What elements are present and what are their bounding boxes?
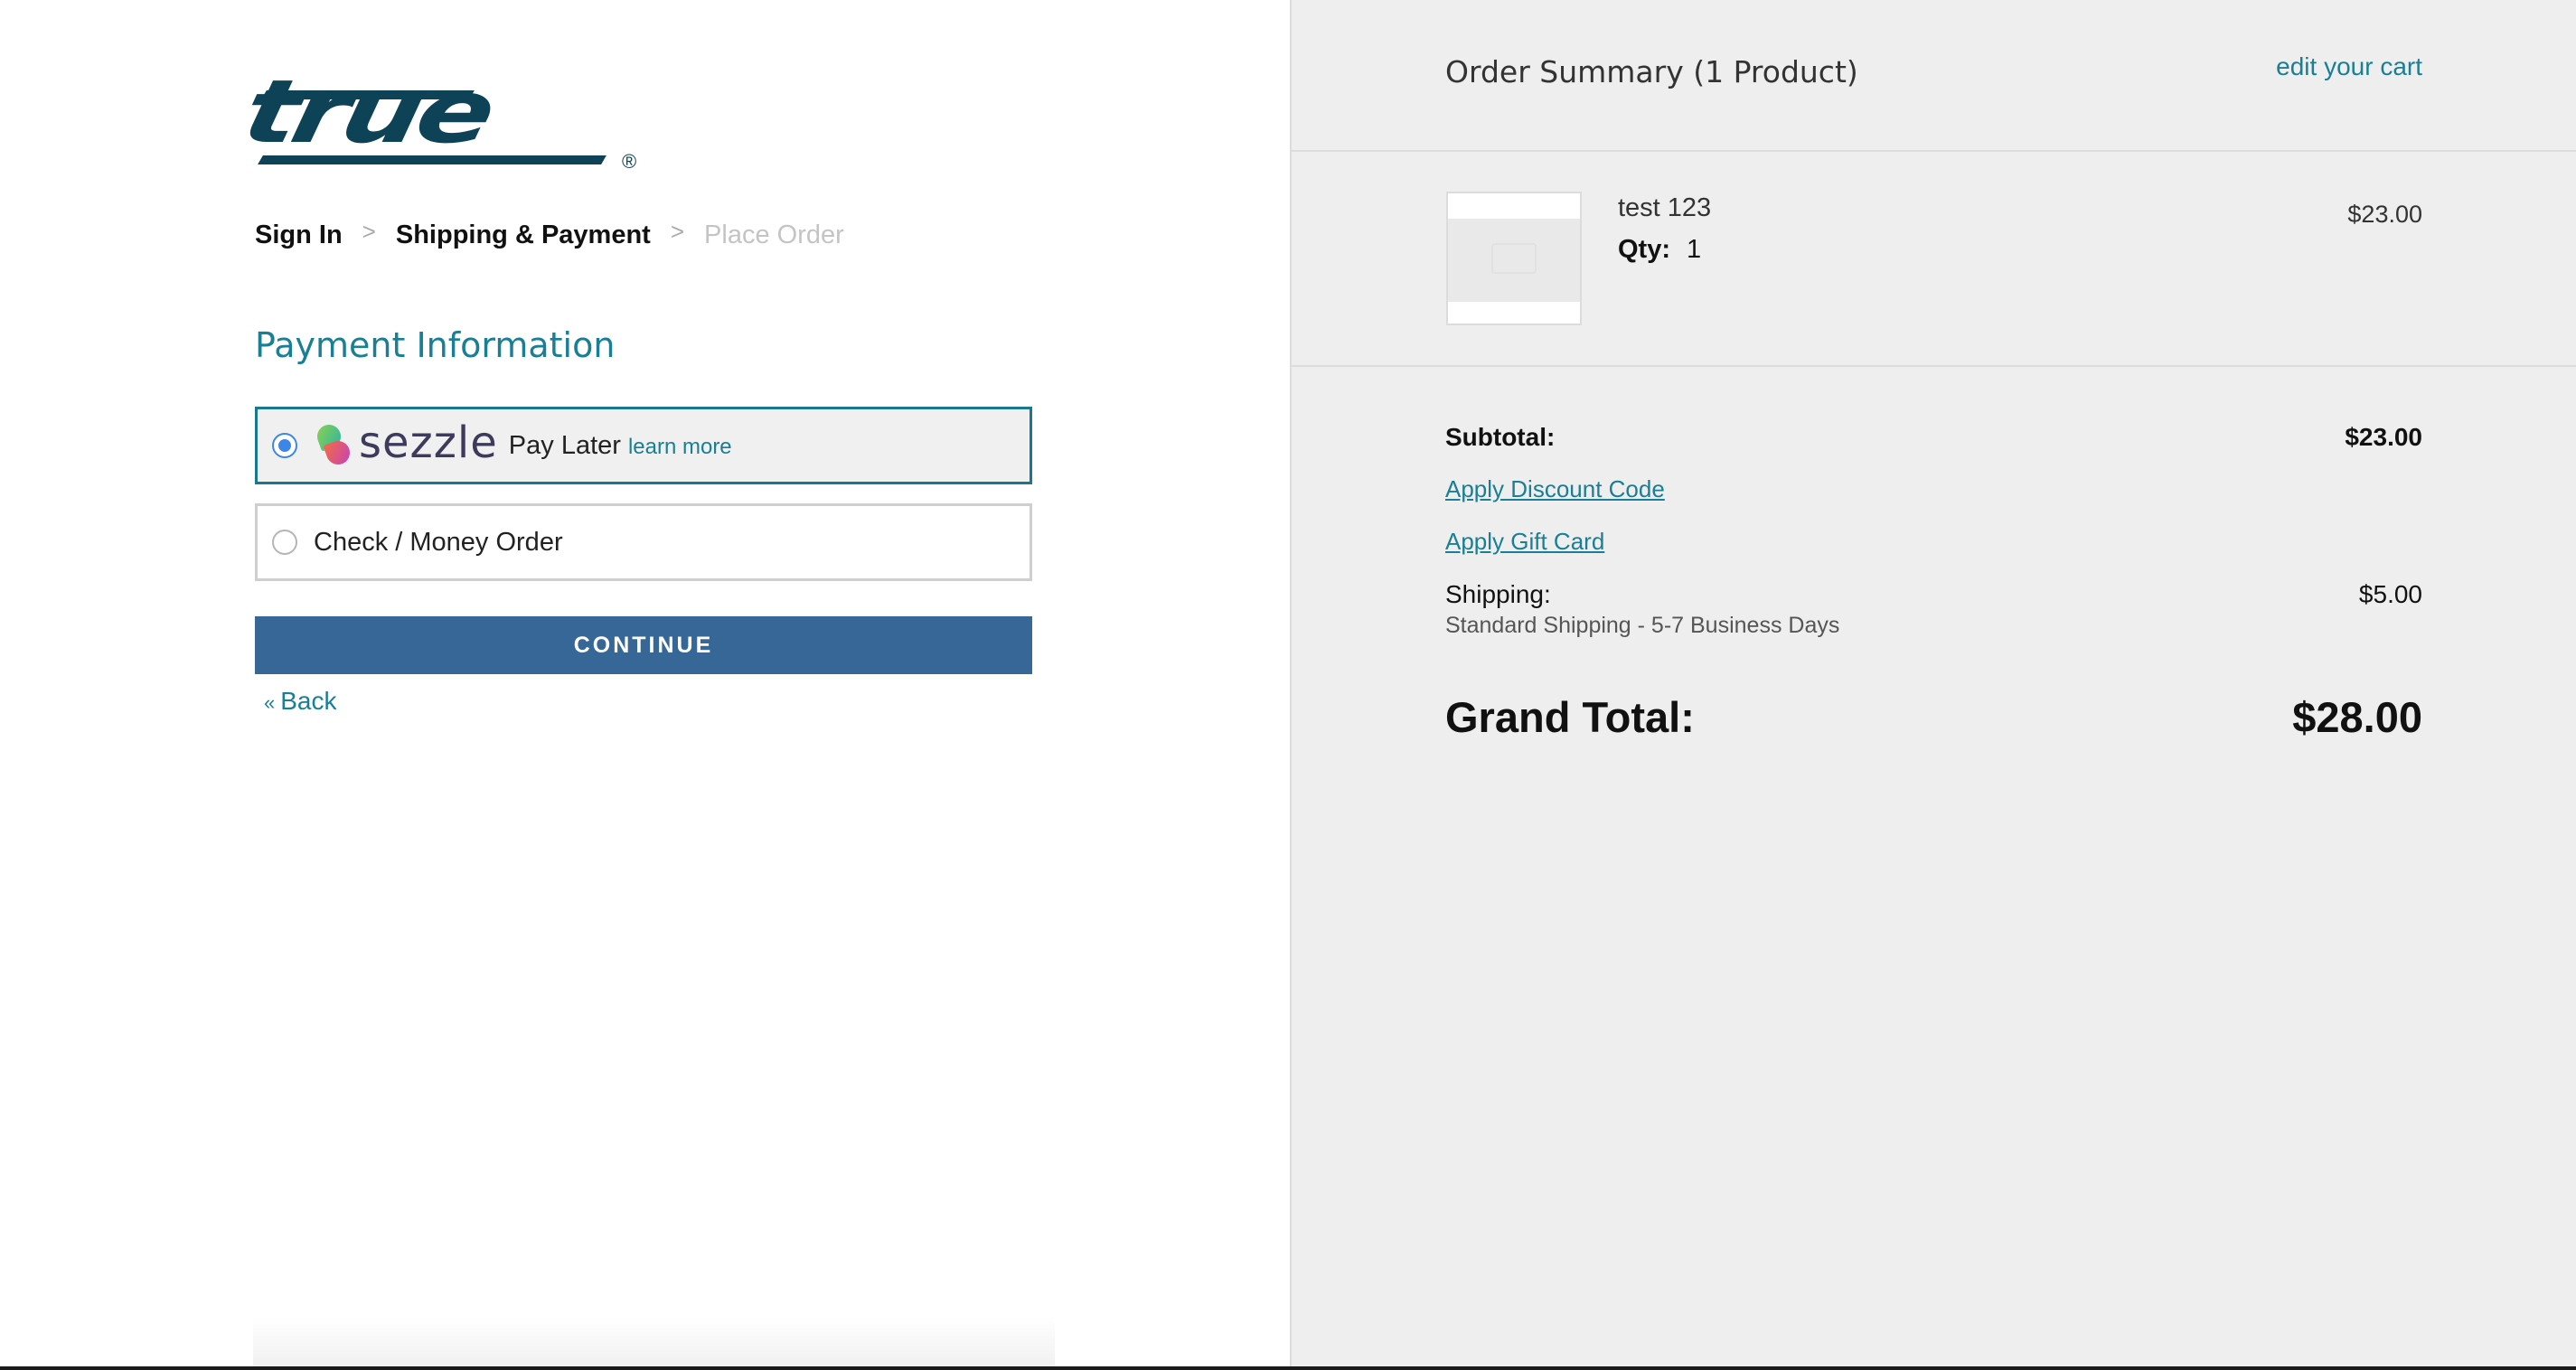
- continue-button[interactable]: CONTINUE: [255, 616, 1032, 674]
- check-money-order-label: Check / Money Order: [314, 527, 563, 557]
- qty-value: 1: [1687, 235, 1702, 264]
- breadcrumb-sign-in[interactable]: Sign In: [255, 221, 343, 250]
- radio-selected-dot: [278, 439, 291, 452]
- summary-divider: [1292, 365, 2576, 367]
- qty-label: Qty:: [1618, 235, 1670, 264]
- back-chevron-icon: «: [264, 691, 276, 714]
- shipping-value: $5.00: [2358, 580, 2422, 608]
- subtotal-value: $23.00: [2345, 423, 2422, 451]
- window-bottom-edge: [0, 1366, 2576, 1370]
- check-money-order-radio[interactable]: [272, 530, 297, 555]
- sezzle-learn-more-link[interactable]: learn more: [628, 435, 732, 460]
- payment-information-heading: Payment Information: [255, 325, 616, 365]
- shipping-label: Shipping:: [1445, 580, 1551, 608]
- sezzle-logo-icon: [314, 421, 353, 468]
- grand-total-label: Grand Total:: [1445, 693, 1695, 741]
- edit-cart-link[interactable]: edit your cart: [2276, 52, 2422, 81]
- summary-divider: [1292, 150, 2576, 152]
- payment-option-check-money-order[interactable]: Check / Money Order: [255, 503, 1032, 581]
- breadcrumb-place-order: Place Order: [704, 221, 844, 249]
- breadcrumb-separator: >: [670, 218, 685, 245]
- grand-total-value: $28.00: [2292, 693, 2422, 741]
- back-link[interactable]: «Back: [264, 687, 337, 716]
- apply-gift-card-link[interactable]: Apply Gift Card: [1445, 528, 1604, 556]
- true-logo[interactable]: true ®: [235, 61, 645, 174]
- product-price: $23.00: [2347, 201, 2422, 228]
- logo-wordmark: true: [234, 61, 500, 164]
- product-name: test 123: [1618, 193, 1712, 222]
- bottom-shadow: [253, 1316, 1055, 1370]
- breadcrumb: Sign In > Shipping & Payment > Place Ord…: [255, 218, 844, 250]
- image-placeholder-icon: [1491, 243, 1537, 274]
- breadcrumb-shipping-payment: Shipping & Payment: [395, 221, 651, 249]
- subtotal-label: Subtotal:: [1445, 423, 1556, 451]
- checkout-main-panel: true ® Sign In > Shipping & Payment > Pl…: [0, 0, 1290, 1370]
- product-quantity: Qty: 1: [1618, 235, 1701, 265]
- sezzle-option-label: Pay Later: [508, 430, 621, 460]
- order-summary-title: Order Summary (1 Product): [1445, 54, 1858, 89]
- apply-discount-code-link[interactable]: Apply Discount Code: [1445, 475, 1665, 503]
- sezzle-wordmark: sezzle: [359, 418, 498, 468]
- product-thumbnail: [1446, 192, 1582, 325]
- sezzle-radio[interactable]: [272, 433, 297, 458]
- registered-mark-icon: ®: [622, 150, 637, 173]
- back-link-label: Back: [280, 687, 337, 715]
- logo-underline: [258, 155, 606, 164]
- payment-option-sezzle[interactable]: sezzle Pay Later learn more: [255, 407, 1032, 484]
- shipping-method: Standard Shipping - 5-7 Business Days: [1445, 613, 1840, 638]
- breadcrumb-separator: >: [362, 218, 376, 245]
